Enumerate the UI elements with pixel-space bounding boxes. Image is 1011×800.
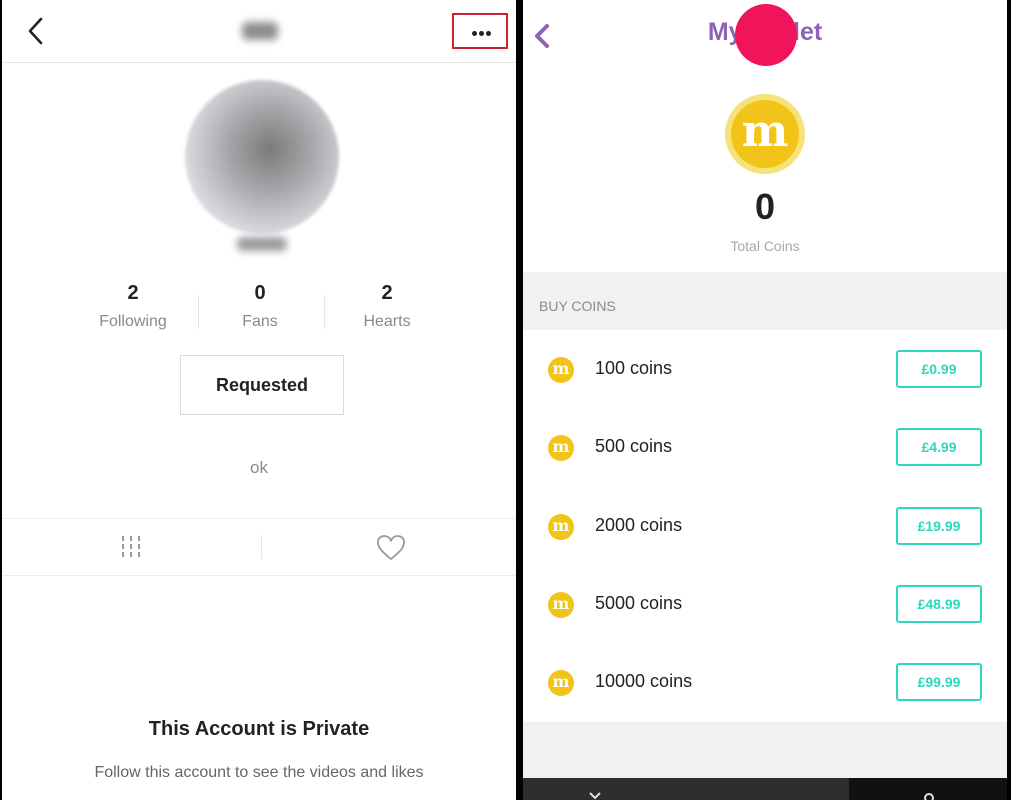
grid-icon	[122, 536, 140, 559]
stat-divider	[324, 295, 325, 329]
coin-package-row[interactable]: m 5000 coins £48.99	[523, 565, 1007, 643]
more-options-button[interactable]	[452, 13, 508, 49]
coin-icon: m	[548, 670, 574, 696]
buy-coins-header: BUY COINS	[523, 272, 1007, 330]
profile-bio: ok	[250, 458, 268, 477]
stat-hearts[interactable]: 2 Hearts	[327, 280, 447, 332]
stat-following-label: Following	[99, 313, 167, 330]
coin-package-row[interactable]: m 10000 coins £99.99	[523, 643, 1007, 721]
stat-following-value: 2	[127, 282, 139, 304]
divider	[2, 518, 516, 519]
coin-icon: m	[548, 592, 574, 618]
chevron-left-icon	[28, 17, 43, 45]
coin-package-row[interactable]: m 500 coins £4.99	[523, 408, 1007, 486]
requested-button[interactable]: Requested	[180, 355, 344, 415]
create-button[interactable]	[735, 4, 797, 66]
profile-handle: xijhlix	[237, 237, 287, 251]
nav-icon[interactable]	[589, 792, 601, 800]
total-coins-label: Total Coins	[730, 238, 800, 254]
tab-likes[interactable]	[374, 528, 408, 568]
coin-package-label: 10000 coins	[595, 671, 693, 691]
avatar	[185, 80, 339, 234]
coin-icon: m	[548, 435, 574, 461]
price-button[interactable]: £0.99	[896, 350, 982, 388]
private-subtitle: Follow this account to see the videos an…	[94, 764, 424, 781]
divider	[2, 575, 516, 576]
coin-icon: m	[548, 514, 574, 540]
buy-coins-label: BUY COINS	[539, 298, 616, 314]
coin-icon: m	[725, 94, 805, 174]
stat-fans-label: Fans	[242, 313, 278, 330]
stat-fans[interactable]: 0 Fans	[200, 280, 320, 332]
stat-divider	[198, 295, 199, 329]
coin-package-row[interactable]: m 2000 coins £19.99	[523, 487, 1007, 565]
nav-icon[interactable]	[923, 792, 935, 800]
private-title: This Account is Private	[148, 718, 370, 740]
stat-hearts-label: Hearts	[363, 313, 411, 330]
price-button[interactable]: £19.99	[896, 507, 982, 545]
tab-videos[interactable]	[117, 528, 147, 568]
coin-package-label: 500 coins	[595, 436, 673, 456]
profile-header: jilx	[2, 0, 516, 63]
coin-icon: m	[548, 357, 574, 383]
profile-username: jilx	[242, 22, 278, 40]
total-coins-value: 0	[754, 186, 776, 227]
bottom-nav	[523, 778, 1007, 800]
coin-package-row[interactable]: m 100 coins £0.99	[523, 330, 1007, 408]
tab-divider	[261, 535, 262, 559]
stat-hearts-value: 2	[381, 282, 393, 304]
price-button[interactable]: £4.99	[896, 428, 982, 466]
wallet-footer	[523, 722, 1007, 778]
coin-symbol: m	[731, 100, 799, 168]
coin-package-label: 5000 coins	[595, 593, 683, 613]
coin-package-label: 2000 coins	[595, 515, 683, 535]
price-button[interactable]: £99.99	[896, 663, 982, 701]
back-button[interactable]	[22, 14, 52, 48]
stat-fans-value: 0	[254, 282, 266, 304]
price-button[interactable]: £48.99	[896, 585, 982, 623]
more-icon	[472, 31, 477, 36]
coin-package-label: 100 coins	[595, 358, 673, 378]
stat-following[interactable]: 2 Following	[73, 280, 193, 332]
profile-panel: jilx xijhlix 2 Following 0 Fans 2 Hearts…	[2, 0, 516, 800]
wallet-panel: My Wallet m 0 Total Coins BUY COINS m 10…	[523, 0, 1007, 800]
heart-icon	[377, 535, 405, 561]
